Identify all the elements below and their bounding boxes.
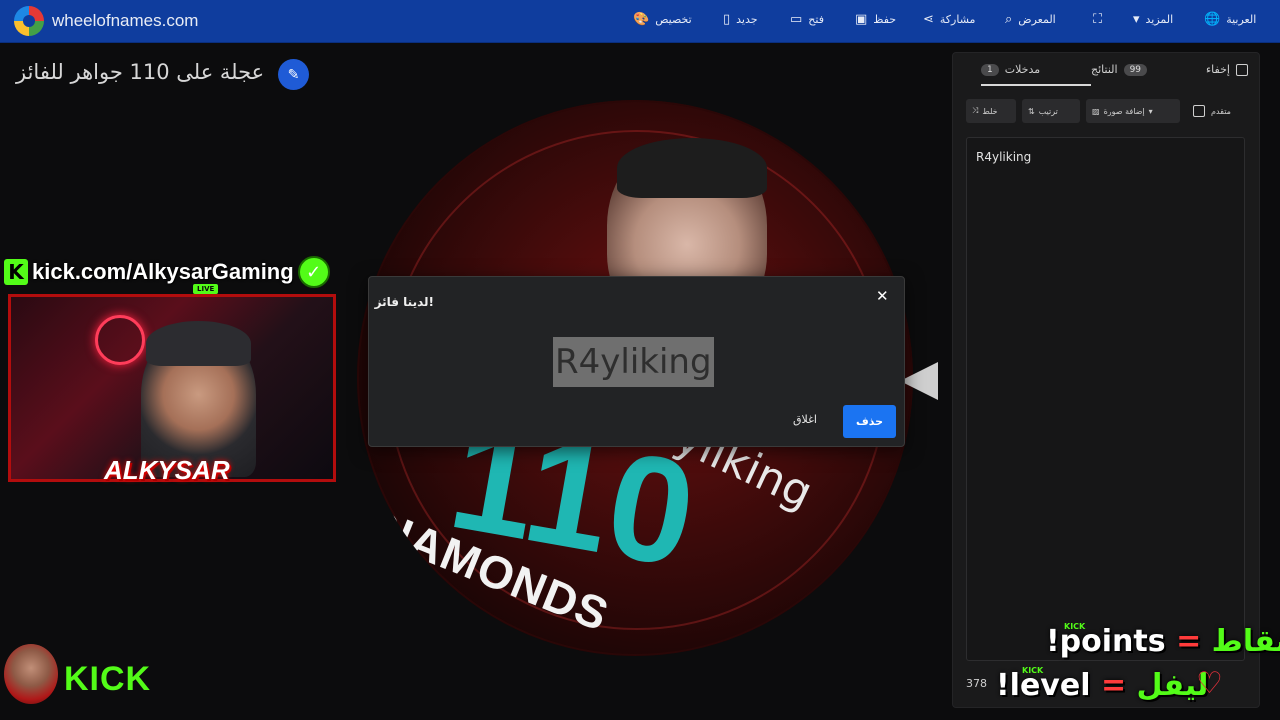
menu-gallery-label: المعرض (1018, 13, 1056, 26)
level-command-en: !level (996, 668, 1091, 703)
wheel-pointer-icon (900, 362, 938, 400)
shuffle-label: خلط (982, 106, 998, 116)
menu-language-label: العربية (1226, 13, 1257, 26)
kick-url-text: kick.com/AlkysarGaming (32, 259, 294, 284)
file-icon: ▯ (723, 12, 731, 27)
menu-fullscreen[interactable]: ⛶ (1093, 12, 1102, 27)
entries-panel: 1 مدخلات النتائج 99 إخفاء ⤨ خلط ⇅ ترتيب … (952, 52, 1260, 708)
caret-down-icon: ▾ (1133, 12, 1140, 27)
points-command-ar: نقاط (1211, 624, 1280, 659)
menu-gallery[interactable]: ⌕ المعرض (1005, 12, 1056, 27)
live-badge: LIVE (193, 284, 219, 294)
entries-count-badge: 1 (981, 63, 999, 76)
results-count-badge: 99 (1123, 63, 1148, 76)
tab-results-label: النتائج (1091, 63, 1118, 76)
tab-results[interactable]: النتائج 99 (1091, 63, 1148, 76)
shuffle-icon: ⤨ (972, 106, 979, 115)
advanced-label: متقدم (1211, 106, 1231, 116)
tab-entries-label: مدخلات (1004, 63, 1041, 76)
remove-button[interactable]: حذف (843, 405, 896, 438)
hide-toggle[interactable]: إخفاء (1206, 63, 1248, 76)
hide-checkbox[interactable] (1235, 63, 1248, 76)
menu-save-label: حفظ (873, 13, 897, 26)
kick-logo: KICK (64, 660, 152, 698)
chevron-down-icon: ▾ (1148, 106, 1153, 116)
menu-open-label: فتح (808, 13, 824, 26)
globe-icon: 🌐 (1204, 12, 1221, 27)
wheel-logo-icon[interactable] (14, 6, 44, 36)
level-kick-mini: KICK (1022, 666, 1044, 675)
winner-name: R4yliking (553, 337, 714, 387)
close-button[interactable]: اغلاق (793, 413, 817, 426)
menu-share[interactable]: ⋖ مشاركة (923, 12, 975, 27)
search-icon: ⌕ (1005, 12, 1013, 27)
menu-customize[interactable]: 🎨 تخصيص (633, 12, 692, 27)
kick-channel-banner: K kick.com/AlkysarGaming ✓ (4, 256, 330, 288)
add-image-label: إضافة صورة (1103, 106, 1145, 116)
advanced-checkbox[interactable] (1193, 105, 1205, 117)
save-icon: ▣ (855, 12, 868, 27)
menu-share-label: مشاركة (939, 13, 976, 26)
image-icon: ▨ (1092, 106, 1100, 116)
sort-button[interactable]: ⇅ ترتيب (1022, 99, 1080, 123)
hide-label: إخفاء (1206, 63, 1230, 76)
menu-more[interactable]: ▾ المزيد (1133, 12, 1173, 27)
entries-counter: 378 (966, 677, 987, 690)
menu-new[interactable]: ▯ جديد (723, 12, 758, 27)
edit-title-button[interactable]: ✎ (278, 59, 309, 90)
verified-check-icon: ✓ (297, 256, 330, 288)
menu-open[interactable]: ▭ فتح (790, 12, 824, 27)
fullscreen-icon: ⛶ (1093, 12, 1103, 27)
streamer-name: ALKYSAR (104, 455, 230, 485)
folder-icon: ▭ (790, 12, 803, 27)
menu-more-label: المزيد (1145, 13, 1174, 26)
close-icon[interactable]: ✕ (876, 287, 889, 305)
heart-icon: ♡ (1196, 666, 1223, 701)
points-equals: = (1176, 624, 1202, 659)
winner-dialog: لدينا فائز! ✕ R4yliking اغلاق حذف (368, 276, 905, 447)
site-name[interactable]: wheelofnames.com (52, 11, 198, 31)
kick-k-icon: K (4, 259, 28, 285)
pencil-icon: ✎ (287, 66, 300, 83)
add-image-button[interactable]: ▨ إضافة صورة ▾ (1086, 99, 1180, 123)
sort-label: ترتيب (1038, 106, 1058, 116)
share-icon: ⋖ (923, 12, 934, 27)
sort-icon: ⇅ (1028, 106, 1035, 116)
level-equals: = (1100, 668, 1127, 703)
streamer-hat (146, 321, 251, 366)
dialog-title: لدينا فائز! (374, 295, 434, 309)
wheel-photo-cap (617, 138, 767, 198)
tab-entries[interactable]: 1 مدخلات (981, 63, 1040, 76)
entries-textarea[interactable]: R4yliking (966, 137, 1245, 661)
points-kick-mini: KICK (1064, 622, 1086, 631)
advanced-toggle[interactable]: متقدم (1193, 105, 1231, 117)
entry-item: R4yliking (976, 150, 1032, 164)
menu-new-label: جديد (736, 13, 758, 26)
active-tab-indicator (981, 84, 1091, 86)
wheel-title: عجلة على 110 جواهر للفائز (16, 60, 265, 84)
top-bar: wheelofnames.com 🎨 تخصيص ▯ جديد ▭ فتح ▣ … (0, 0, 1280, 43)
shuffle-button[interactable]: ⤨ خلط (966, 99, 1016, 123)
webcam-feed (8, 294, 336, 482)
streamer-avatar (4, 644, 58, 704)
neon-sign-icon (95, 315, 145, 365)
palette-icon: 🎨 (633, 12, 650, 27)
menu-customize-label: تخصيص (655, 13, 692, 26)
menu-language[interactable]: 🌐 العربية (1204, 12, 1256, 27)
menu-save[interactable]: ▣ حفظ (855, 12, 896, 27)
